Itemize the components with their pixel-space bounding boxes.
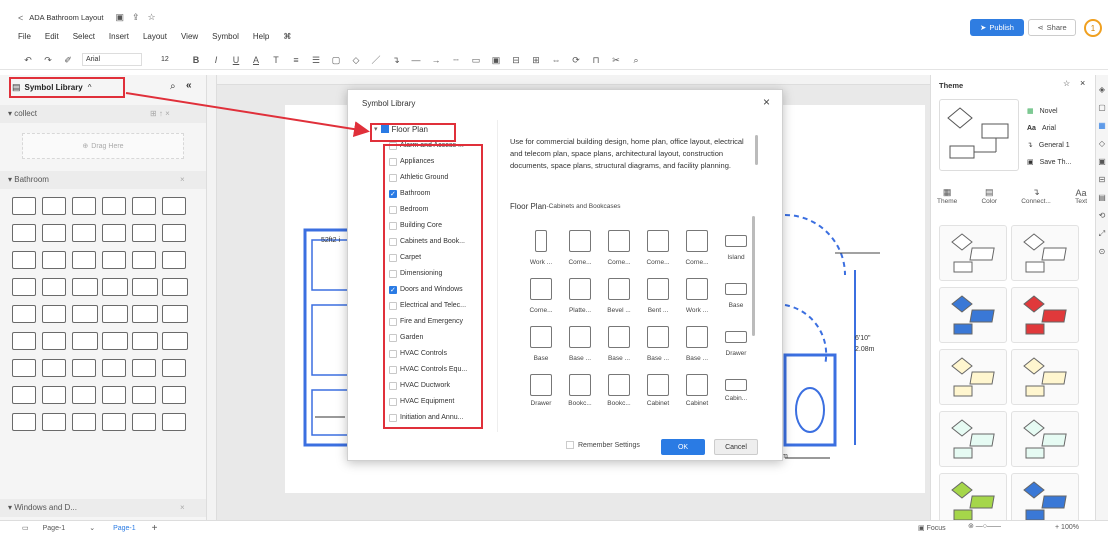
style-icon[interactable]: ▢	[1098, 99, 1106, 117]
font-option[interactable]: Aa Arial	[1027, 120, 1071, 137]
theme-card[interactable]	[939, 287, 1007, 343]
add-page-button[interactable]: +	[152, 523, 158, 534]
novel-option[interactable]: ▦ Novel	[1027, 103, 1071, 120]
theme-card-preview	[1023, 295, 1067, 335]
theme-card-preview	[1023, 419, 1067, 459]
theme-card[interactable]	[1011, 287, 1079, 343]
save-icon: ▣	[1027, 159, 1034, 166]
theme-card[interactable]	[939, 225, 1007, 281]
connector-icon: ↴	[1027, 142, 1033, 149]
focus-icon: ▣	[918, 525, 927, 532]
focus-button[interactable]: ▣ Focus	[918, 524, 946, 532]
theme-icon[interactable]: ◈	[1099, 81, 1105, 99]
tab-connector[interactable]: ↴ Connect...	[1021, 187, 1051, 205]
theme-card[interactable]	[939, 411, 1007, 467]
theme-title: Theme	[939, 81, 964, 90]
help-icon[interactable]: ⊙	[1099, 243, 1106, 261]
theme-panel: Theme ☆ × ▦ Novel Aa Arial ↴ General 1 ▣ Sav…	[930, 75, 1095, 529]
theme-card-preview	[1023, 233, 1067, 273]
theme-icon: ▦	[942, 187, 952, 197]
theme-card[interactable]	[939, 349, 1007, 405]
pin-icon[interactable]: ☆	[1063, 79, 1070, 88]
theme-card-preview	[951, 419, 995, 459]
grid-icon: ▦	[1027, 108, 1034, 115]
tab-theme[interactable]: ▦ Theme	[937, 187, 957, 205]
text-icon: Aa	[1075, 187, 1087, 198]
theme-card[interactable]	[1011, 349, 1079, 405]
chevron-down-icon[interactable]: ⌄	[89, 524, 95, 532]
page-select[interactable]: Page-1	[43, 525, 66, 532]
theme-card[interactable]	[1011, 225, 1079, 281]
theme-card[interactable]	[1011, 411, 1079, 467]
page-icon[interactable]: ▤	[1098, 189, 1106, 207]
connector-icon: ↴	[1032, 187, 1040, 197]
save-theme-option[interactable]: ▣ Save Th...	[1027, 154, 1071, 171]
tab-text[interactable]: Aa Text	[1075, 188, 1087, 205]
theme-card-preview	[951, 233, 995, 273]
layers-icon[interactable]: ◇	[1099, 135, 1105, 153]
right-icon-bar: ◈ ▢ ▦ ◇ ▣ ⊟ ▤ ⟲ ⤢ ⊙	[1095, 75, 1108, 520]
connector-option[interactable]: ↴ General 1	[1027, 137, 1071, 154]
status-bar: ▭ Page-1 ⌄ Page-1 + ▣ Focus ⊚ —○—— + 100…	[0, 520, 1108, 535]
theme-preview[interactable]	[939, 99, 1019, 171]
zoom-level[interactable]: + 100%	[1055, 524, 1079, 531]
theme-card-preview	[1023, 357, 1067, 397]
image-icon[interactable]: ▣	[1098, 153, 1106, 171]
theme-card-preview	[951, 357, 995, 397]
page-layout-icon[interactable]: ▭	[22, 524, 29, 532]
font-icon: Aa	[1027, 125, 1036, 132]
theme-preview-diagram	[947, 107, 1009, 159]
theme-tabs: ▦ Theme ▤ Color ↴ Connect... Aa Text	[937, 187, 1087, 205]
grid-icon[interactable]: ▦	[1098, 117, 1106, 135]
history-icon[interactable]: ⟲	[1099, 207, 1106, 225]
theme-card-preview	[951, 295, 995, 335]
data-icon[interactable]: ⊟	[1099, 171, 1106, 189]
close-icon[interactable]: ×	[1080, 78, 1085, 88]
zoom-slider[interactable]: ⊚ —○——	[968, 522, 1001, 530]
expand-icon[interactable]: ⤢	[1099, 225, 1105, 243]
theme-options: ▦ Novel Aa Arial ↴ General 1 ▣ Save Th...	[1027, 103, 1071, 171]
tab-page-1[interactable]: Page-1	[113, 525, 136, 532]
tab-color[interactable]: ▤ Color	[981, 187, 997, 205]
color-icon: ▤	[984, 187, 994, 197]
